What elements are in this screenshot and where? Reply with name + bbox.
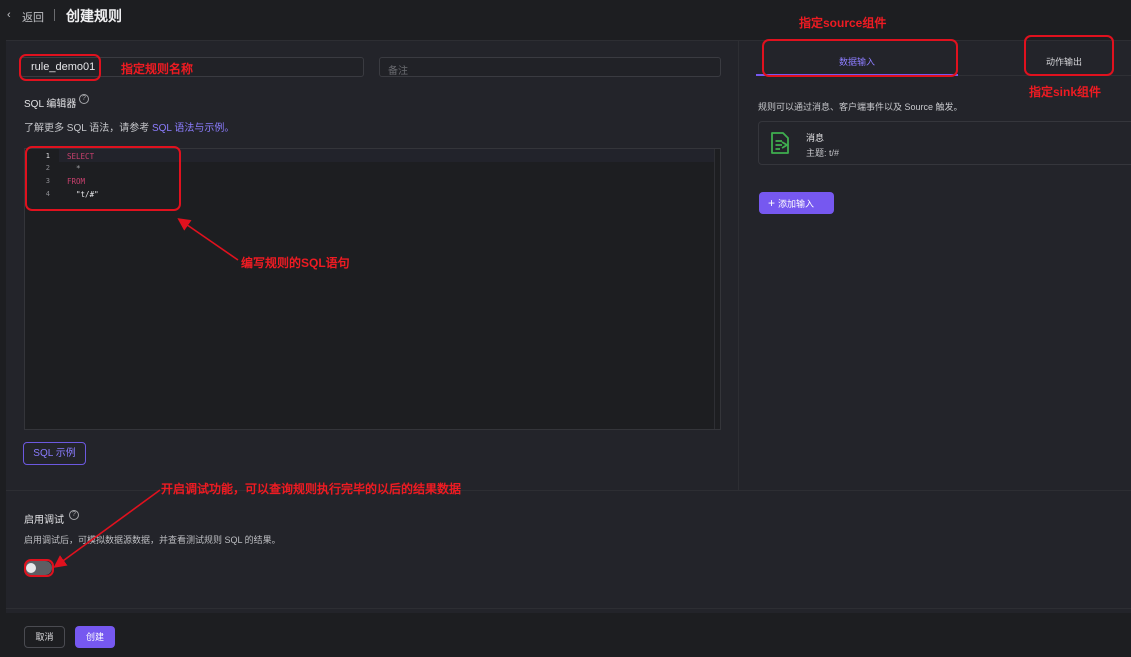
- arrow-to-debug: [53, 489, 161, 568]
- annotation-arrows: [53, 218, 239, 568]
- arrow-to-sql: [177, 218, 239, 261]
